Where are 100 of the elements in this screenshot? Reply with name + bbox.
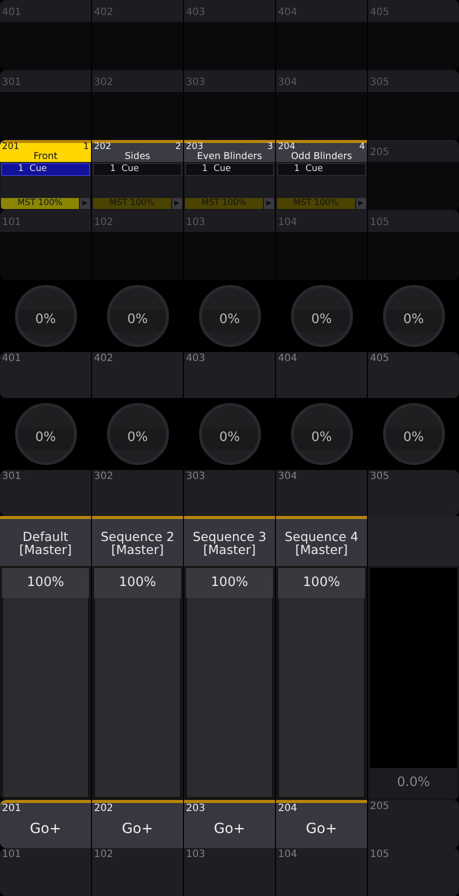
executor-button[interactable]: 402 xyxy=(92,352,183,398)
executor-button[interactable]: 104 xyxy=(276,848,367,896)
sequence-header[interactable]: 204 4 Odd Blinders xyxy=(276,140,367,162)
executor-number: 304 xyxy=(278,471,298,483)
executor-button[interactable]: 301 xyxy=(0,470,91,516)
page-number: 3 xyxy=(267,143,273,151)
executor-slot[interactable]: 205 xyxy=(368,140,459,210)
executor-button[interactable]: 404 xyxy=(276,352,367,398)
executor-slot[interactable]: 305 xyxy=(368,70,459,140)
executor-button[interactable]: 205 xyxy=(368,800,459,848)
knob-reading: 0% xyxy=(403,430,424,444)
page-number: 4 xyxy=(359,143,365,151)
executor-button[interactable]: 304 xyxy=(276,470,367,516)
fader-track[interactable]: 100% xyxy=(94,568,181,798)
executor-number: 203 xyxy=(186,803,206,815)
master-level: MST 100% xyxy=(185,198,263,209)
master-level: MST 100% xyxy=(1,198,79,209)
executor-number: 402 xyxy=(94,353,114,365)
fader-track[interactable]: 100% xyxy=(278,568,365,798)
fader-reading: 0.0% xyxy=(370,768,457,798)
rotary-knob[interactable]: 0% xyxy=(14,403,76,465)
executor-number: 104 xyxy=(278,217,298,228)
rotary-knob[interactable]: 0% xyxy=(382,285,444,347)
executor-button[interactable]: 305 xyxy=(368,470,459,516)
master-level: MST 100% xyxy=(277,198,355,209)
executor-button[interactable]: 302 xyxy=(92,470,183,516)
executor-slot[interactable]: 403 xyxy=(184,0,275,70)
executor-slot[interactable]: 101 xyxy=(0,210,91,280)
rotary-knob[interactable]: 0% xyxy=(198,285,260,347)
executor-button[interactable]: 105 xyxy=(368,848,459,896)
rotary-knob[interactable]: 0% xyxy=(14,285,76,347)
sequence-header[interactable]: 201 1 Front xyxy=(0,140,91,162)
executor-number: 305 xyxy=(370,471,390,483)
fader-subtitle: [Master] xyxy=(203,542,256,556)
sequence-name: Even Blinders xyxy=(196,151,264,162)
sequence-name: Sides xyxy=(124,151,152,162)
executor-number: 403 xyxy=(186,353,206,365)
fader-subtitle: [Master] xyxy=(295,542,348,556)
rotary-knob[interactable]: 0% xyxy=(106,285,168,347)
executor-slot[interactable]: 301 xyxy=(0,70,91,140)
executor-button[interactable]: 101 xyxy=(0,848,91,896)
rotary-knob[interactable]: 0% xyxy=(290,285,352,347)
executor-slot[interactable]: 304 xyxy=(276,70,367,140)
fader-subtitle: [Master] xyxy=(19,542,72,556)
executor-button[interactable]: 204 Go+ xyxy=(276,800,367,848)
executor-number: 202 xyxy=(94,143,112,151)
fader-reading: 100% xyxy=(186,568,273,598)
rotary-knob[interactable]: 0% xyxy=(198,403,260,465)
executor-slot[interactable]: 404 xyxy=(276,0,367,70)
executor-number: 102 xyxy=(94,217,114,228)
executor-button[interactable]: 401 xyxy=(0,352,91,398)
executor-number: 105 xyxy=(370,217,390,228)
master-level: MST 100% xyxy=(93,198,171,209)
executor-number: 301 xyxy=(2,77,22,88)
knob-reading: 0% xyxy=(35,312,56,326)
executor-button[interactable]: 102 xyxy=(92,848,183,896)
executor-button[interactable]: 203 Go+ xyxy=(184,800,275,848)
executor-number: 105 xyxy=(370,849,390,861)
executor-slot[interactable]: 401 xyxy=(0,0,91,70)
executor-button[interactable]: 303 xyxy=(184,470,275,516)
executor-number: 103 xyxy=(186,849,206,861)
executor-button[interactable]: 202 Go+ xyxy=(92,800,183,848)
page-number: 1 xyxy=(83,143,89,151)
sequence-name: Odd Blinders xyxy=(290,151,354,162)
executor-button[interactable]: 403 xyxy=(184,352,275,398)
executor-number: 405 xyxy=(370,7,390,18)
fader-track[interactable]: 100% xyxy=(186,568,273,798)
sequence-header[interactable]: 203 3 Even Blinders xyxy=(184,140,275,162)
executor-number: 101 xyxy=(2,217,22,228)
fader-subtitle: [Master] xyxy=(111,542,164,556)
executor-number: 402 xyxy=(94,7,114,18)
executor-button[interactable]: 405 xyxy=(368,352,459,398)
rotary-knob[interactable]: 0% xyxy=(382,403,444,465)
executor-slot[interactable]: 303 xyxy=(184,70,275,140)
executor-slot[interactable]: 302 xyxy=(92,70,183,140)
executor-number: 302 xyxy=(94,77,114,88)
go-label: Go+ xyxy=(212,821,246,837)
executor-number: 303 xyxy=(186,77,206,88)
executor-number: 405 xyxy=(370,353,390,365)
executor-number: 305 xyxy=(370,77,390,88)
fader-track[interactable]: 0.0% xyxy=(370,568,457,798)
page-number: 2 xyxy=(175,143,181,151)
rotary-knob[interactable]: 0% xyxy=(290,403,352,465)
executor-number: 301 xyxy=(2,471,22,483)
knob-reading: 0% xyxy=(219,430,240,444)
executor-slot[interactable]: 104 xyxy=(276,210,367,280)
knob-reading: 0% xyxy=(127,430,148,444)
executor-number: 303 xyxy=(186,471,206,483)
fader-track[interactable]: 100% xyxy=(2,568,89,798)
sequence-name: Front xyxy=(32,151,59,162)
executor-slot[interactable]: 103 xyxy=(184,210,275,280)
rotary-knob[interactable]: 0% xyxy=(106,403,168,465)
executor-slot[interactable]: 105 xyxy=(368,210,459,280)
executor-slot[interactable]: 402 xyxy=(92,0,183,70)
sequence-header[interactable]: 202 2 Sides xyxy=(92,140,183,162)
executor-slot[interactable]: 102 xyxy=(92,210,183,280)
executor-number: 203 xyxy=(186,143,204,151)
executor-button[interactable]: 103 xyxy=(184,848,275,896)
executor-button[interactable]: 201 Go+ xyxy=(0,800,91,848)
executor-slot[interactable]: 405 xyxy=(368,0,459,70)
